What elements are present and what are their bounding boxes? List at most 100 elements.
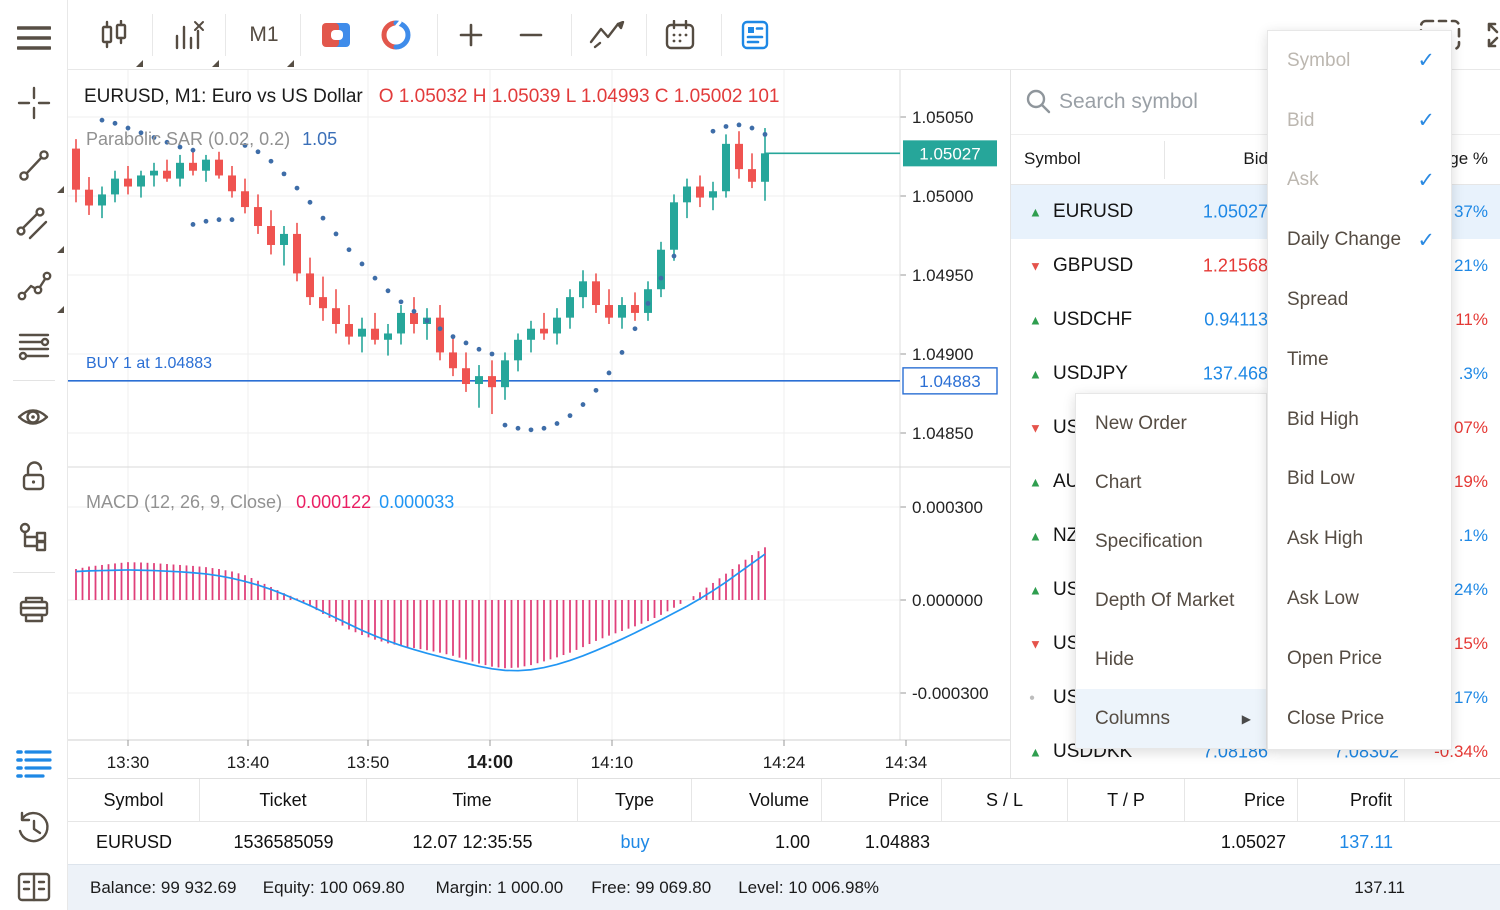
candle-body (267, 226, 275, 245)
objects-list-button[interactable] (0, 507, 67, 567)
parabolic-sar-dot (711, 129, 716, 134)
bid-value: 0.94113 (1204, 310, 1268, 331)
column-toggle-time[interactable]: Time (1268, 330, 1451, 390)
column-toggle-ask-low[interactable]: Ask Low (1268, 569, 1451, 629)
trend-up-icon: ▲ (1029, 367, 1042, 382)
hamburger-menu-button[interactable] (0, 8, 67, 68)
journal-icon (16, 871, 52, 903)
dropdown-caret (287, 60, 294, 67)
table-header-symbol[interactable]: Symbol (68, 779, 200, 821)
bid-value: 1.21568 (1203, 256, 1268, 277)
candle-body (553, 318, 561, 334)
menu-item-depth-of-market[interactable]: Depth Of Market (1076, 571, 1266, 630)
zoom-out-button[interactable] (503, 0, 559, 69)
parabolic-sar-dot (386, 288, 391, 293)
journal-button[interactable] (0, 857, 67, 910)
trend-up-icon: ▲ (1029, 745, 1042, 760)
column-toggle-bid[interactable]: Bid✓ (1268, 91, 1451, 151)
indicators-button[interactable] (158, 0, 222, 69)
parabolic-sar-dot (646, 301, 651, 306)
parabolic-sar-dot (204, 219, 209, 224)
menu-item-specification[interactable]: Specification (1076, 512, 1266, 571)
print-button[interactable] (0, 580, 67, 640)
parabolic-sar-dot (503, 423, 508, 428)
crosshair-icon (16, 85, 52, 121)
toolbar-divider (152, 14, 153, 56)
total-profit-value: 137.11 (1354, 865, 1405, 910)
menu-item-chart[interactable]: Chart (1076, 453, 1266, 512)
table-header-time[interactable]: Time (367, 779, 578, 821)
menu-item-columns[interactable]: Columns▶ (1076, 689, 1266, 748)
candle-body (540, 329, 548, 334)
candle-body (449, 352, 457, 368)
trend-up-icon: ▲ (1029, 529, 1042, 544)
candle-body (696, 187, 704, 198)
time-tick-label: 14:10 (591, 753, 634, 772)
column-toggle-daily-change[interactable]: Daily Change✓ (1268, 210, 1451, 270)
daily-change-value: 21% (1454, 256, 1488, 276)
candlestick-chart-icon (99, 20, 129, 50)
levels-tool-button[interactable] (0, 315, 67, 375)
donut-chart-button[interactable] (368, 0, 424, 69)
trendline-tool-button[interactable] (0, 135, 67, 195)
history-button[interactable] (0, 798, 67, 858)
menu-item-label: Open Price (1287, 648, 1382, 670)
table-header-t-p[interactable]: T / P (1068, 779, 1185, 821)
column-toggle-ask-high[interactable]: Ask High (1268, 509, 1451, 569)
mt5-web-terminal: M1 (0, 0, 1500, 910)
calendar-button[interactable] (652, 0, 708, 69)
polyline-tool-button[interactable] (0, 255, 67, 315)
timeframe-button[interactable]: M1 (231, 0, 297, 69)
news-icon (741, 20, 769, 50)
dropdown-caret (57, 246, 64, 253)
price-tick-label: 1.04900 (912, 345, 973, 364)
objects-badge-button[interactable] (308, 0, 364, 69)
drawing-tools-button[interactable] (577, 0, 637, 69)
column-header-bid[interactable]: Bid (1243, 149, 1268, 169)
menu-item-hide[interactable]: Hide (1076, 630, 1266, 689)
header-separator (1164, 141, 1165, 179)
parabolic-sar-dot (672, 254, 677, 259)
bid-value: 1.05027 (1203, 202, 1268, 223)
table-header-price[interactable]: Price (1185, 779, 1298, 821)
price-chart[interactable]: 1.050501.050001.049501.049001.048500.000… (68, 70, 1010, 778)
crosshair-tool-button[interactable] (0, 73, 67, 133)
channel-tool-button[interactable] (0, 195, 67, 255)
column-toggle-close-price[interactable]: Close Price (1268, 689, 1451, 749)
table-header-s-l[interactable]: S / L (942, 779, 1068, 821)
column-toggle-bid-low[interactable]: Bid Low (1268, 450, 1451, 510)
menu-item-label: Spread (1287, 289, 1348, 311)
chart-type-button[interactable] (82, 0, 146, 69)
table-header-volume[interactable]: Volume (692, 779, 822, 821)
chart-area[interactable]: 1.050501.050001.049501.049001.048500.000… (68, 70, 1010, 778)
fullscreen-button[interactable] (1470, 0, 1500, 69)
menu-item-label: Bid (1287, 110, 1314, 132)
column-toggle-spread[interactable]: Spread (1268, 270, 1451, 330)
buy-price-label: 1.04883 (919, 372, 980, 391)
table-header-profit[interactable]: Profit (1298, 779, 1405, 821)
column-toggle-ask[interactable]: Ask✓ (1268, 151, 1451, 211)
table-header-price[interactable]: Price (822, 779, 942, 821)
column-toggle-open-price[interactable]: Open Price (1268, 629, 1451, 689)
news-button[interactable] (727, 0, 783, 69)
trade-list-button[interactable] (0, 735, 67, 795)
column-toggle-symbol[interactable]: Symbol✓ (1268, 31, 1451, 91)
parabolic-sar-dot (516, 426, 521, 431)
column-header-symbol[interactable]: Symbol (1024, 149, 1081, 169)
column-toggle-bid-high[interactable]: Bid High (1268, 390, 1451, 450)
zoom-in-button[interactable] (443, 0, 499, 69)
checkmark-icon: ✓ (1417, 168, 1435, 193)
objects-tree-icon (16, 519, 52, 555)
toolbar-divider (225, 14, 226, 56)
visibility-button[interactable] (0, 387, 67, 447)
menu-icon (17, 24, 51, 52)
parabolic-sar-dot (399, 299, 404, 304)
lock-button[interactable] (0, 447, 67, 507)
candle-body (410, 313, 418, 324)
table-header-type[interactable]: Type (578, 779, 692, 821)
current-price-label: 1.05027 (919, 144, 980, 163)
price-tick-label: 1.05000 (912, 187, 973, 206)
menu-item-new-order[interactable]: New Order (1076, 394, 1266, 453)
table-cell: 1536585059 (200, 821, 367, 863)
table-header-ticket[interactable]: Ticket (200, 779, 367, 821)
